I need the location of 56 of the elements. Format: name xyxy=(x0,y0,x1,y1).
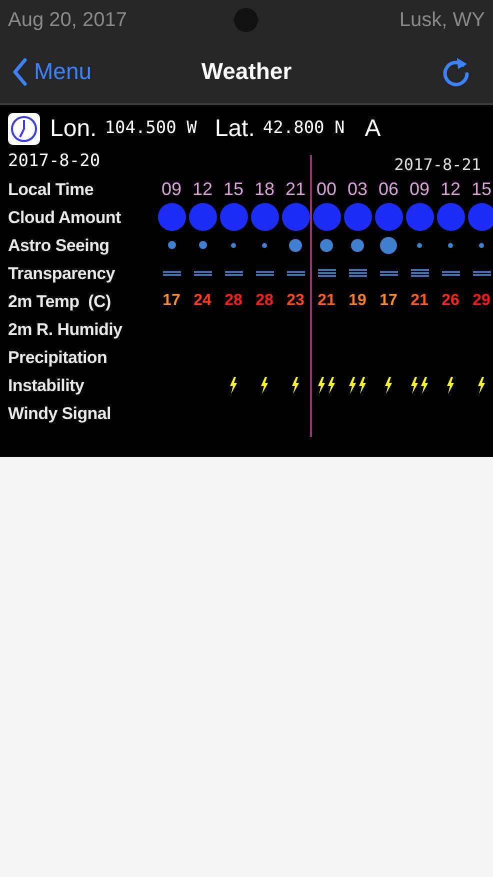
temp-value: 21 xyxy=(410,291,430,311)
temp-value: 17 xyxy=(162,291,182,311)
hour-label: 00 xyxy=(315,178,338,200)
transparency-lines-icon xyxy=(162,270,180,276)
temp-value: 21 xyxy=(316,291,336,311)
transparency-lines-icon xyxy=(442,270,460,276)
temp-value: 26 xyxy=(440,291,460,311)
temp-value: 28 xyxy=(254,291,274,311)
temp-value: 29 xyxy=(472,291,492,311)
hour-label: 18 xyxy=(253,178,276,200)
lat-label: Lat. xyxy=(214,114,255,144)
temp-value: 17 xyxy=(378,291,398,311)
row-label: Cloud Amount xyxy=(8,208,122,226)
hour-label: 12 xyxy=(191,178,214,200)
row-label: Instability xyxy=(8,376,86,394)
hour-label: 06 xyxy=(377,178,400,200)
refresh-button[interactable] xyxy=(441,56,471,88)
transparency-lines-icon xyxy=(472,270,490,276)
transparency-lines-icon xyxy=(318,269,336,277)
chevron-left-icon xyxy=(12,58,28,86)
hour-label: 15 xyxy=(470,178,493,200)
temp-value: 19 xyxy=(348,291,368,311)
transparency-lines-icon xyxy=(410,269,428,277)
row-label: Local Time xyxy=(8,180,94,198)
hour-label: 12 xyxy=(439,178,462,200)
temp-value: 24 xyxy=(192,291,212,311)
hour-label: 09 xyxy=(160,178,183,200)
clock-icon xyxy=(8,113,40,145)
transparency-lines-icon xyxy=(256,270,274,276)
transparency-lines-icon xyxy=(348,269,366,277)
lat-value: 42.800 N xyxy=(262,117,345,140)
row-label: 2m R. Humidiy xyxy=(8,320,124,338)
lon-value: 104.500 W xyxy=(104,117,197,140)
transparency-lines-icon xyxy=(286,270,304,276)
date-label: 2017-8-20 xyxy=(8,150,100,174)
transparency-lines-icon xyxy=(224,270,242,276)
temp-value: 23 xyxy=(286,291,306,311)
hour-label: 15 xyxy=(222,178,245,200)
row-label: Astro Seeing xyxy=(8,236,110,254)
hour-label: 21 xyxy=(284,178,307,200)
hour-label: 09 xyxy=(408,178,431,200)
lon-label: Lon. xyxy=(50,114,97,144)
nav-title: Weather xyxy=(201,57,292,86)
row-label: Precipitation xyxy=(8,348,108,366)
row-label: Windy Signal xyxy=(8,404,112,422)
row-label: 2m Temp (C) xyxy=(8,292,112,310)
transparency-lines-icon xyxy=(380,270,398,276)
hour-label: 03 xyxy=(346,178,369,200)
cut-label: A xyxy=(364,114,381,144)
date-label: 2017-8-21 xyxy=(394,154,481,176)
transparency-lines-icon xyxy=(194,270,212,276)
temp-value: 28 xyxy=(224,291,244,311)
status-date: Aug 20, 2017 xyxy=(8,8,127,33)
back-button[interactable]: Menu xyxy=(12,54,92,89)
row-label: Transparency xyxy=(8,264,116,282)
status-location: Lusk, WY xyxy=(399,8,485,33)
